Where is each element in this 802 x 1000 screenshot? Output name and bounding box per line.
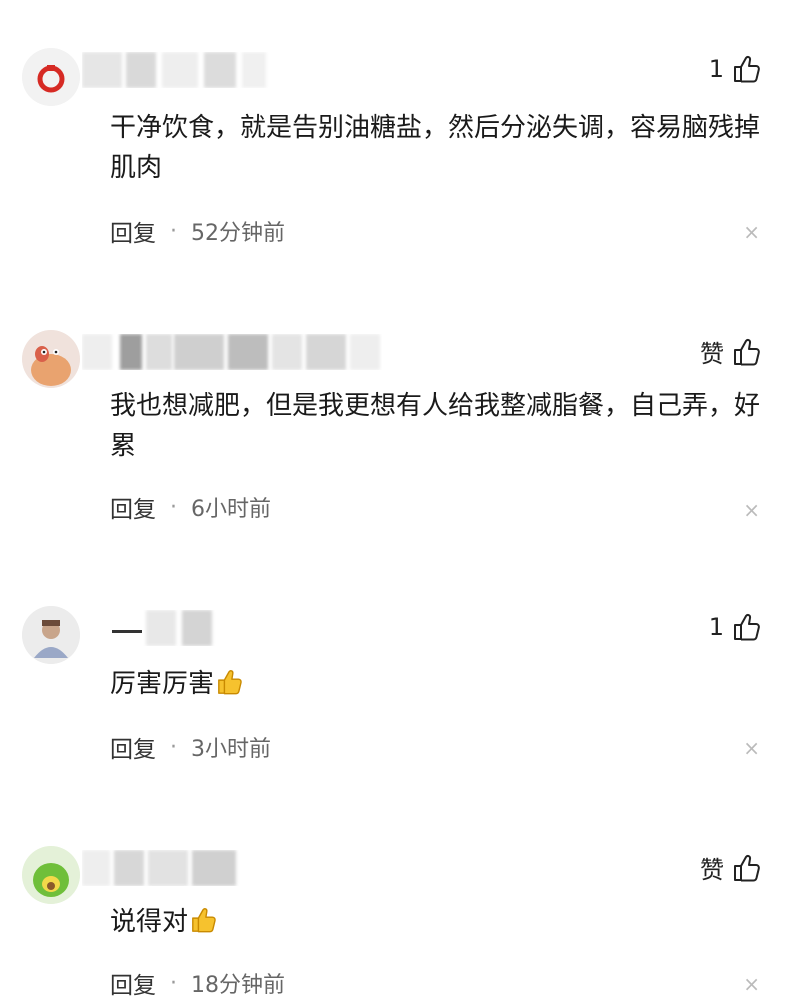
like-button[interactable]: 赞 [700,850,762,885]
thumbs-up-icon [734,55,760,83]
username-blurred [82,850,242,886]
like-button[interactable]: 1 [709,54,762,84]
close-icon[interactable]: × [743,972,760,996]
comment-meta: 回复 · 52分钟前 [110,214,285,248]
like-button[interactable]: 赞 [700,334,762,369]
separator-dot: · [170,494,177,520]
avatar[interactable] [22,846,80,904]
comment-text-content: 厉害厉害 [110,669,215,699]
close-icon[interactable]: × [743,220,760,244]
thumbs-up-icon [734,338,760,365]
timestamp: 18分钟前 [191,973,285,998]
like-button[interactable]: 1 [709,612,762,642]
comment-meta: 回复 · 6小时前 [110,490,271,524]
avatar[interactable] [22,48,80,106]
thumbs-up-emoji-icon [218,670,242,695]
comment-text: 我也想减肥，但是我更想有人给我整减脂餐，自己弄，好累 [110,391,761,461]
thumbs-up-icon [734,854,760,881]
separator-dot: · [170,734,177,760]
close-icon[interactable]: × [743,736,760,760]
avatar[interactable] [22,330,80,388]
timestamp: 3小时前 [191,737,271,762]
like-count: 赞 [700,856,724,884]
comment-meta: 回复 · 18分钟前 [110,966,285,1000]
like-count: 赞 [700,340,724,368]
close-icon[interactable]: × [743,498,760,522]
reply-button[interactable]: 回复 [110,214,156,248]
like-count: 1 [708,613,724,641]
reply-button[interactable]: 回复 [110,490,156,524]
comment-text: 说得对 [110,902,760,942]
comment-text: 厉害厉害 [110,664,760,704]
timestamp: 6小时前 [191,497,271,522]
username-blurred [82,610,232,646]
username-blurred [82,52,272,88]
separator-dot: · [170,218,177,244]
comment-meta: 回复 · 3小时前 [110,730,271,764]
like-count: 1 [708,55,724,83]
thumbs-up-icon [734,613,760,641]
reply-button[interactable]: 回复 [110,730,156,764]
reply-button[interactable]: 回复 [110,966,156,1000]
separator-dot: · [170,970,177,996]
comment-text-content: 说得对 [110,907,189,937]
avatar[interactable] [22,606,80,664]
comment-text: 干净饮食，就是告别油糖盐，然后分泌失调，容易脑残掉肌肉 [110,113,761,183]
thumbs-up-emoji-icon [192,908,216,933]
username-blurred [82,334,382,370]
timestamp: 52分钟前 [191,221,285,246]
